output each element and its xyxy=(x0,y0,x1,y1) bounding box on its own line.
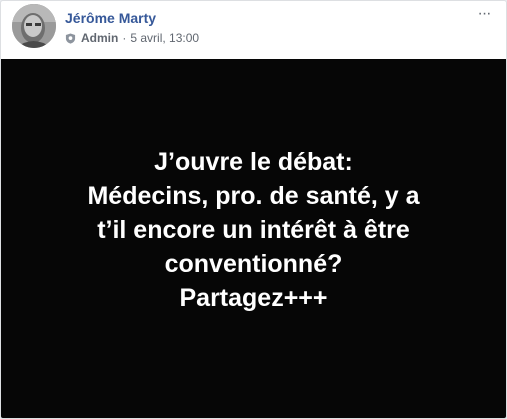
more-options-icon[interactable]: ··· xyxy=(474,6,494,23)
post-card: Jérôme Marty Admin · 5 avril, 13:00 ··· … xyxy=(0,0,507,419)
post-image[interactable]: J’ouvre le débat: Médecins, pro. de sant… xyxy=(1,59,506,418)
post-text-line: Partagez+++ xyxy=(179,284,328,312)
author-name[interactable]: Jérôme Marty xyxy=(65,10,156,26)
post-image-text: J’ouvre le débat: Médecins, pro. de sant… xyxy=(1,145,506,315)
post-timestamp[interactable]: 5 avril, 13:00 xyxy=(130,31,199,45)
admin-badge: Admin xyxy=(81,31,119,45)
meta-separator: · xyxy=(122,31,127,45)
post-meta: Admin · 5 avril, 13:00 xyxy=(65,31,199,45)
avatar[interactable] xyxy=(12,4,56,48)
post-text-line: J’ouvre le débat: xyxy=(154,148,353,176)
admin-shield-icon xyxy=(65,32,76,44)
post-text-line: Médecins, pro. de santé, y a xyxy=(87,182,420,210)
post-text-line: conventionné? xyxy=(164,250,343,278)
post-header: Jérôme Marty Admin · 5 avril, 13:00 ··· xyxy=(1,1,506,59)
post-text-line: t’il encore un intérêt à être xyxy=(97,216,410,244)
avatar-photo-icon xyxy=(12,4,56,48)
